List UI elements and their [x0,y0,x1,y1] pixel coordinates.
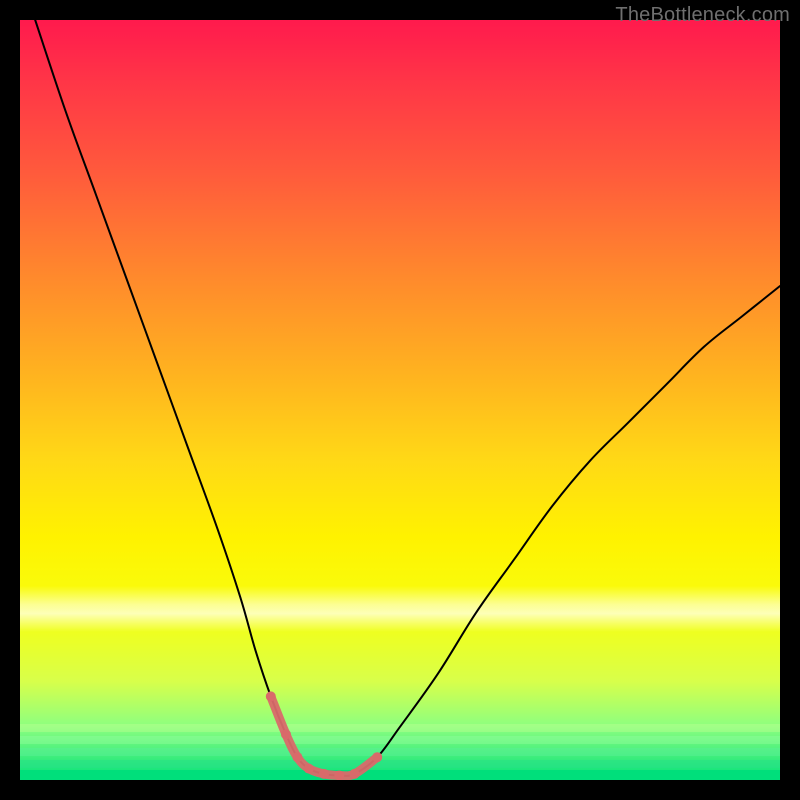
sweet-spot-dot [334,770,344,780]
sweet-spot-dot [319,769,329,779]
sweet-spot-dot [281,729,291,739]
chart-frame: TheBottleneck.com [0,0,800,800]
sweet-spot-dot [304,764,314,774]
plot-area [20,20,780,780]
sweet-spot-dot [349,769,359,779]
sweet-spot-dot [292,752,302,762]
sweet-spot-dot [266,691,276,701]
sweet-spot-dot [372,752,382,762]
sweet-spot-overlay [20,20,780,780]
